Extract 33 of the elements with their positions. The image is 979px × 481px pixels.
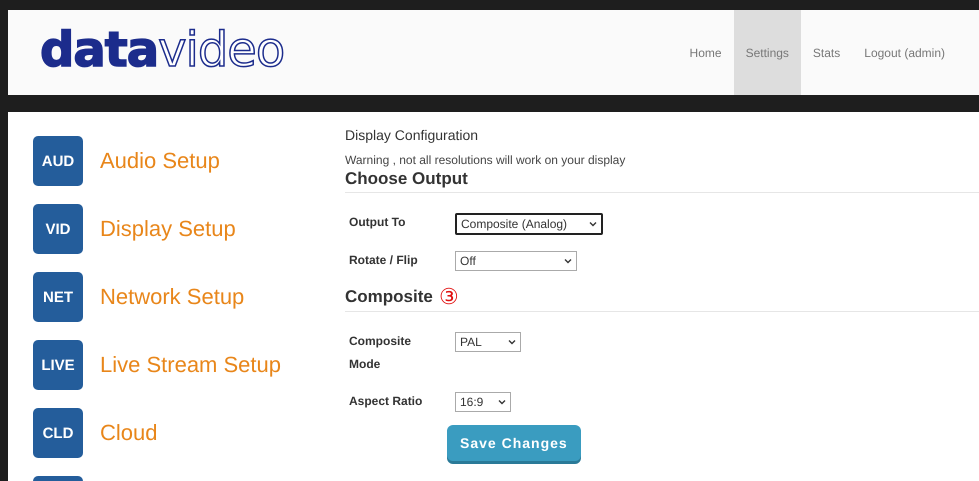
sidebar-item[interactable]: Live Stream Setup bbox=[100, 352, 281, 378]
field-label: Output To bbox=[348, 214, 406, 231]
dropdown[interactable]: Composite (Analog) bbox=[455, 213, 603, 235]
sidebar-item[interactable]: Network Setup bbox=[100, 284, 244, 310]
sidebar-item[interactable]: Display Setup bbox=[100, 216, 236, 242]
menu-badge[interactable]: AUD bbox=[33, 136, 83, 186]
menu-badge[interactable]: NET bbox=[33, 272, 83, 322]
menu-badge[interactable]: LIVE bbox=[33, 340, 83, 390]
field-label: Rotate / Flip bbox=[348, 252, 419, 269]
field-label: Aspect Ratio bbox=[348, 393, 424, 410]
sidebar-item[interactable]: Audio Setup bbox=[100, 148, 220, 174]
chevron-down-icon bbox=[508, 339, 516, 345]
nav-link[interactable]: Home bbox=[678, 10, 734, 95]
save-button[interactable]: Save Changes bbox=[447, 425, 581, 461]
page-title: Display Configuration bbox=[345, 127, 480, 143]
nav-link[interactable]: Settings bbox=[734, 10, 801, 95]
dropdown[interactable]: 16:9 bbox=[455, 392, 511, 412]
nav-link[interactable]: Stats bbox=[800, 10, 852, 95]
section-heading: Choose Output bbox=[345, 169, 468, 189]
annotation-number: ③ bbox=[438, 286, 459, 308]
sidebar-item[interactable]: Cloud bbox=[100, 420, 158, 446]
menu-badge[interactable]: CLD bbox=[33, 408, 83, 458]
chevron-down-icon bbox=[564, 258, 572, 264]
logo: datavideo bbox=[39, 22, 284, 78]
field-label: Composite Mode bbox=[348, 333, 412, 373]
dropdown[interactable]: Off bbox=[455, 251, 577, 271]
section-heading: Composite bbox=[345, 287, 433, 307]
warning-text: Warning , not all resolutions will work on your display bbox=[345, 153, 626, 167]
chevron-down-icon bbox=[589, 221, 597, 227]
dropdown[interactable]: PAL bbox=[455, 332, 521, 352]
chevron-down-icon bbox=[498, 399, 506, 405]
nav-link[interactable]: Logout (admin) bbox=[852, 10, 957, 95]
menu-badge[interactable]: VID bbox=[33, 204, 83, 254]
